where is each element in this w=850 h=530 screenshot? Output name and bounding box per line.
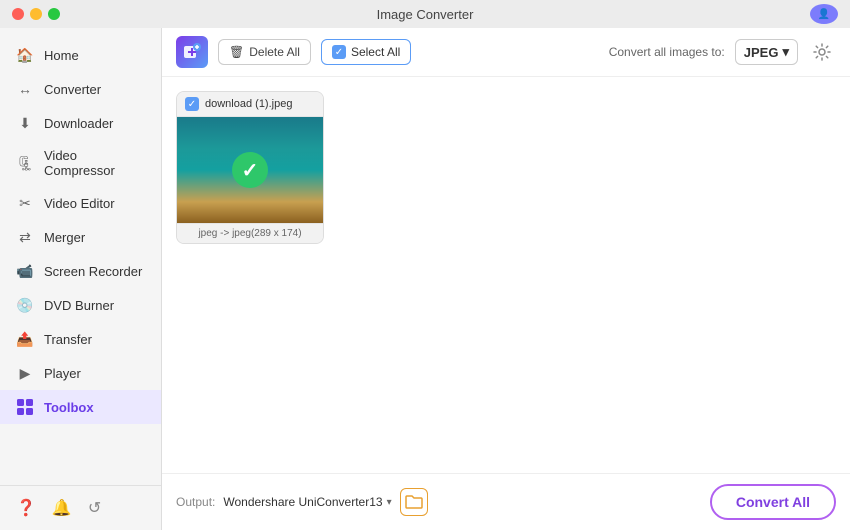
player-icon: ▶ <box>16 364 34 382</box>
converter-icon: ↔ <box>16 80 34 98</box>
question-icon[interactable]: ❓ <box>16 498 36 518</box>
main-layout: 🏠 Home ↔ Converter ⬇ Downloader 🗜 Video … <box>0 28 850 530</box>
window-title: Image Converter <box>377 7 474 22</box>
add-files-button[interactable] <box>176 36 208 68</box>
file-thumbnail: ✓ <box>177 117 323 223</box>
file-checkbox[interactable]: ✓ <box>185 97 199 111</box>
sidebar-item-video-editor[interactable]: ✂ Video Editor <box>0 186 161 220</box>
sidebar-item-merger[interactable]: ⇄ Merger <box>0 220 161 254</box>
select-all-button[interactable]: ✓ Select All <box>321 39 411 65</box>
open-folder-button[interactable] <box>400 488 428 516</box>
sidebar-label-converter: Converter <box>44 82 101 97</box>
window-controls <box>12 8 60 20</box>
home-icon: 🏠 <box>16 46 34 64</box>
video-editor-icon: ✂ <box>16 194 34 212</box>
file-card-header: ✓ download (1).jpeg <box>177 92 323 117</box>
sidebar: 🏠 Home ↔ Converter ⬇ Downloader 🗜 Video … <box>0 28 162 530</box>
sidebar-label-screen-recorder: Screen Recorder <box>44 264 142 279</box>
file-name: download (1).jpeg <box>205 98 292 110</box>
sidebar-item-transfer[interactable]: 📤 Transfer <box>0 322 161 356</box>
output-label: Output: <box>176 495 215 509</box>
title-bar: Image Converter 👤 <box>0 0 850 28</box>
sidebar-item-home[interactable]: 🏠 Home <box>0 38 161 72</box>
file-card: ✓ download (1).jpeg ✓ jpeg -> jpeg(289 x… <box>176 91 324 244</box>
close-button[interactable] <box>12 8 24 20</box>
sidebar-label-video-compressor: Video Compressor <box>44 148 145 178</box>
sidebar-label-video-editor: Video Editor <box>44 196 115 211</box>
sidebar-item-converter[interactable]: ↔ Converter <box>0 72 161 106</box>
convert-all-button[interactable]: Convert All <box>710 484 836 520</box>
user-avatar: 👤 <box>810 4 838 24</box>
chevron-down-icon: ▾ <box>782 44 789 60</box>
sidebar-label-merger: Merger <box>44 230 85 245</box>
sidebar-item-screen-recorder[interactable]: 📹 Screen Recorder <box>0 254 161 288</box>
toolbox-icon <box>16 398 34 416</box>
merger-icon: ⇄ <box>16 228 34 246</box>
output-folder-select[interactable]: Wondershare UniConverter13 ▾ <box>223 495 391 509</box>
settings-button[interactable] <box>808 38 836 66</box>
sidebar-label-toolbox: Toolbox <box>44 400 94 415</box>
delete-all-label: Delete All <box>249 45 300 59</box>
content-area: 🗑 Delete All ✓ Select All Convert all im… <box>162 28 850 530</box>
minimize-button[interactable] <box>30 8 42 20</box>
sidebar-label-transfer: Transfer <box>44 332 92 347</box>
video-compressor-icon: 🗜 <box>16 154 34 172</box>
sidebar-label-player: Player <box>44 366 81 381</box>
select-all-label: Select All <box>351 45 400 59</box>
transfer-icon: 📤 <box>16 330 34 348</box>
screen-recorder-icon: 📹 <box>16 262 34 280</box>
bell-icon[interactable]: 🔔 <box>52 498 72 518</box>
sidebar-label-dvd-burner: DVD Burner <box>44 298 114 313</box>
convert-images-label: Convert all images to: <box>609 45 725 59</box>
file-info: jpeg -> jpeg(289 x 174) <box>177 223 323 243</box>
sidebar-label-home: Home <box>44 48 79 63</box>
downloader-icon: ⬇ <box>16 114 34 132</box>
thumbnail-check-icon: ✓ <box>232 152 268 188</box>
sidebar-item-dvd-burner[interactable]: 💿 DVD Burner <box>0 288 161 322</box>
maximize-button[interactable] <box>48 8 60 20</box>
select-all-checkbox: ✓ <box>332 45 346 59</box>
footer: Output: Wondershare UniConverter13 ▾ Con… <box>162 473 850 530</box>
delete-icon: 🗑 <box>229 45 244 59</box>
sidebar-item-toolbox[interactable]: Toolbox <box>0 390 161 424</box>
sidebar-label-downloader: Downloader <box>44 116 113 131</box>
delete-all-button[interactable]: 🗑 Delete All <box>218 39 311 65</box>
sidebar-item-player[interactable]: ▶ Player <box>0 356 161 390</box>
toolbar: 🗑 Delete All ✓ Select All Convert all im… <box>162 28 850 77</box>
sidebar-bottom: ❓ 🔔 ↺ <box>0 485 161 530</box>
sidebar-item-video-compressor[interactable]: 🗜 Video Compressor <box>0 140 161 186</box>
output-folder-name: Wondershare UniConverter13 <box>223 495 382 509</box>
format-value: JPEG <box>744 45 779 60</box>
file-grid: ✓ download (1).jpeg ✓ jpeg -> jpeg(289 x… <box>162 77 850 473</box>
dvd-burner-icon: 💿 <box>16 296 34 314</box>
refresh-icon[interactable]: ↺ <box>88 498 101 518</box>
output-folder-arrow: ▾ <box>387 497 392 508</box>
user-avatar-icon: 👤 <box>818 9 830 20</box>
sidebar-item-downloader[interactable]: ⬇ Downloader <box>0 106 161 140</box>
format-select[interactable]: JPEG ▾ <box>735 39 798 65</box>
